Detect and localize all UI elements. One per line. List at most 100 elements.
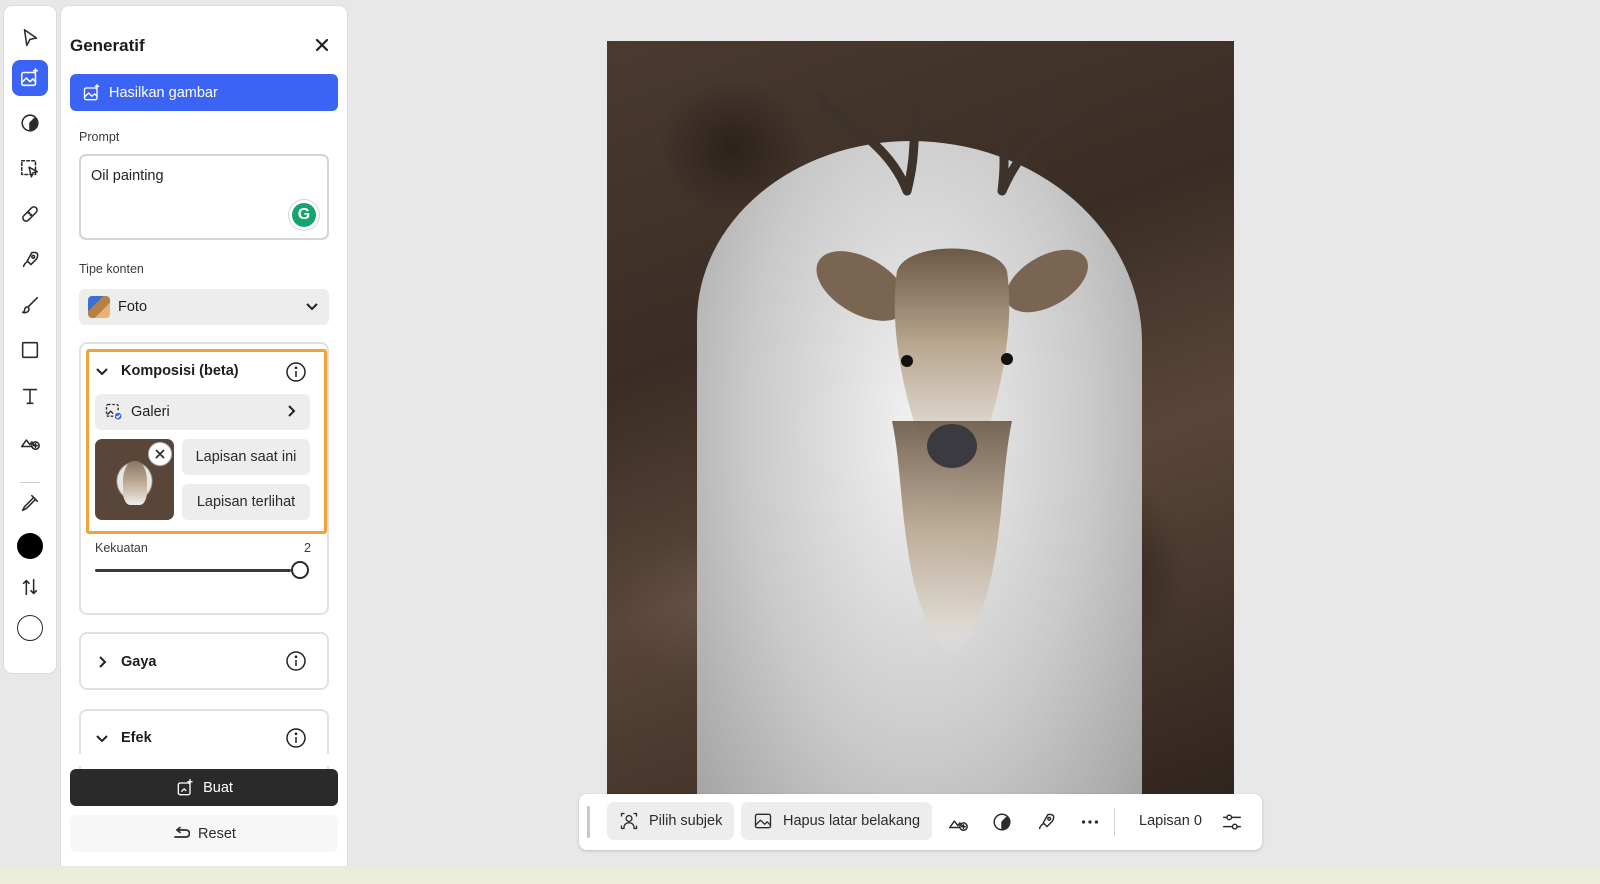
brush-icon [21, 296, 39, 314]
adjustments-button[interactable] [989, 809, 1015, 835]
generate-label: Buat [203, 779, 233, 796]
prompt-text: Oil painting [91, 168, 164, 184]
adjust-tool-button[interactable] [12, 105, 48, 141]
generative-fill-button[interactable] [945, 809, 971, 835]
foreground-color-swatch[interactable] [12, 528, 48, 564]
background-color-swatch[interactable] [12, 610, 48, 646]
select-subject-button[interactable]: Pilih subjek [607, 802, 735, 840]
close-panel-button[interactable] [311, 34, 333, 56]
chevron-right-icon [99, 656, 107, 668]
content-type-select[interactable]: Foto [79, 289, 329, 325]
remove-background-icon [754, 813, 772, 829]
content-type-label: Tipe konten [79, 262, 144, 276]
more-icon [1081, 820, 1099, 824]
style-info-button[interactable] [285, 650, 307, 672]
color-swatch-icon [17, 533, 43, 559]
bandage-icon [22, 206, 38, 222]
heal-tool-button[interactable] [12, 196, 48, 232]
chevron-right-icon [288, 405, 296, 417]
reset-label: Reset [198, 825, 236, 842]
rocket-icon [22, 251, 39, 268]
image-canvas[interactable] [607, 41, 1234, 795]
effects-info-button[interactable] [285, 727, 307, 749]
composition-info-button[interactable] [285, 361, 307, 383]
composition-header[interactable]: Komposisi (beta) [95, 363, 239, 379]
sliders-icon [1223, 814, 1241, 830]
generate-image-label: Hasilkan gambar [109, 84, 218, 101]
more-options-button[interactable] [1077, 809, 1103, 835]
strength-slider-track[interactable] [95, 569, 291, 572]
prompt-label: Prompt [79, 130, 120, 144]
close-icon [155, 449, 165, 459]
text-tool-button[interactable] [12, 378, 48, 414]
eyedropper-tool-button[interactable] [12, 485, 48, 521]
color-swatch-icon [17, 615, 43, 641]
grammarly-button[interactable]: G [289, 200, 319, 230]
style-title: Gaya [121, 654, 157, 670]
reset-button[interactable]: Reset [70, 815, 338, 852]
generate-icon [177, 778, 193, 795]
gallery-icon [105, 403, 123, 421]
bottom-strip [0, 866, 1600, 884]
generate-image-icon [20, 68, 39, 87]
effects-header[interactable]: Efek [95, 730, 152, 746]
reference-image-preview [123, 461, 147, 505]
info-icon [286, 651, 306, 671]
contrast-icon [21, 114, 39, 132]
deer-image [816, 81, 1088, 661]
strength-label: Kekuatan [95, 541, 148, 555]
generate-image-icon [83, 83, 100, 100]
visible-layer-button[interactable]: Lapisan terlihat [182, 484, 310, 520]
reset-icon [174, 826, 191, 838]
swap-icon [22, 578, 38, 596]
generate-tool-button[interactable] [12, 60, 48, 96]
close-icon [315, 38, 329, 52]
rail-divider [20, 482, 40, 483]
select-subject-icon [620, 812, 638, 830]
current-layer-button[interactable]: Lapisan saat ini [182, 439, 310, 475]
generate-button[interactable]: Buat [70, 769, 338, 806]
add-image-icon [949, 820, 968, 831]
layer-properties-button[interactable] [1219, 809, 1245, 835]
content-type-value: Foto [118, 299, 148, 315]
quick-actions-tool-button[interactable] [12, 242, 48, 278]
layer-label[interactable]: Lapisan 0 [1139, 813, 1202, 829]
chevron-down-icon [96, 368, 108, 376]
shape-tool-button[interactable] [12, 332, 48, 368]
remove-background-label: Hapus latar belakang [783, 813, 921, 829]
photo-thumbnail-icon [88, 296, 110, 318]
select-tool-button[interactable] [12, 20, 48, 56]
remove-reference-button[interactable] [149, 443, 171, 465]
contextual-taskbar: Pilih subjek Hapus latar belakang Lapisa… [579, 794, 1262, 850]
chevron-down-icon [96, 735, 108, 743]
grammarly-icon: G [292, 203, 316, 227]
remove-background-button[interactable]: Hapus latar belakang [741, 802, 933, 840]
taskbar-drag-handle[interactable] [587, 806, 590, 838]
gallery-button[interactable]: Galeri [95, 394, 310, 430]
swap-colors-button[interactable] [12, 569, 48, 605]
strength-slider-handle[interactable] [291, 561, 309, 579]
selection-icon [20, 159, 39, 178]
generative-panel: Generatif Hasilkan gambar Prompt Oil pai… [61, 6, 347, 881]
add-image-tool-button[interactable] [12, 423, 48, 459]
taskbar-divider [1114, 808, 1115, 836]
contrast-icon [993, 813, 1011, 831]
brush-tool-button[interactable] [12, 287, 48, 323]
panel-footer-fade [61, 754, 347, 766]
tool-rail [4, 6, 56, 673]
eyedropper-icon [21, 494, 39, 512]
select-subject-label: Pilih subjek [649, 813, 723, 829]
style-header[interactable]: Gaya [95, 654, 156, 670]
quick-actions-button[interactable] [1033, 809, 1059, 835]
prompt-input[interactable]: Oil painting G [79, 154, 329, 240]
generate-image-button[interactable]: Hasilkan gambar [70, 74, 338, 111]
gallery-label: Galeri [131, 404, 170, 420]
chevron-down-icon [306, 303, 318, 311]
effects-title: Efek [121, 730, 152, 746]
add-image-icon [20, 439, 40, 451]
select-area-tool-button[interactable] [12, 151, 48, 187]
text-icon [22, 388, 38, 405]
composition-title: Komposisi (beta) [121, 363, 239, 379]
panel-title: Generatif [70, 36, 145, 55]
square-icon [21, 341, 39, 359]
